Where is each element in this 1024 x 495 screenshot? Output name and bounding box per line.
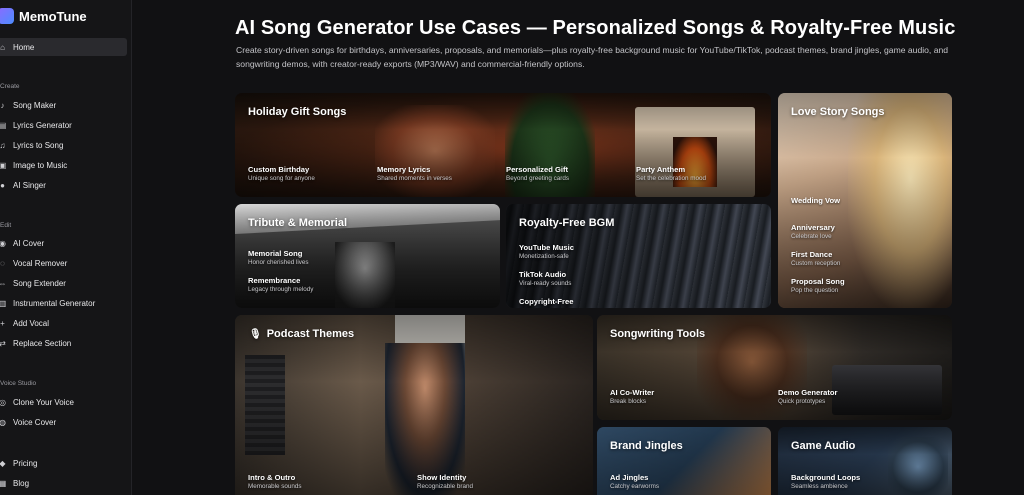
brand-name: MemoTune <box>19 8 87 24</box>
sidebar-item-instrumental-generator[interactable]: ▥ Instrumental Generator <box>0 294 127 312</box>
mic-off-icon: ◌ <box>0 258 5 268</box>
sidebar-item-voice-cover[interactable]: ◍ Voice Cover <box>0 413 127 431</box>
sidebar-item-label: AI Singer <box>13 180 46 190</box>
feature-proposal-song: Proposal Song Pop the question <box>791 277 845 294</box>
sidebar-item-label: Blog <box>13 478 30 488</box>
sidebar-item-song-extender[interactable]: ⇔ Song Extender <box>0 274 127 292</box>
feature-show-identity: Show Identity Recognizable brand <box>417 473 474 490</box>
sidebar-item-vocal-remover[interactable]: ◌ Vocal Remover <box>0 254 127 272</box>
sidebar-item-label: AI Cover <box>13 238 45 248</box>
feature-first-dance: First Dance Custom reception <box>791 250 841 267</box>
card-title: 🎙 Podcast Themes <box>249 328 355 340</box>
document-icon: ▤ <box>0 120 7 130</box>
sidebar-item-song-maker[interactable]: ♪ Song Maker <box>0 96 127 114</box>
feature-personalized-gift: Personalized Gift Beyond greeting cards <box>506 165 570 182</box>
sidebar-item-lyrics-to-song[interactable]: ♫ Lyrics to Song <box>0 136 127 154</box>
sidebar-item-home[interactable]: ⌂ Home <box>0 38 127 56</box>
card-tribute-memorial[interactable]: Tribute & Memorial Memorial Song Honor c… <box>235 204 500 308</box>
sidebar-item-blog[interactable]: ▦ Blog <box>0 474 127 492</box>
sidebar-item-clone-your-voice[interactable]: ◎ Clone Your Voice <box>0 393 127 411</box>
feature-wedding-vow: Wedding Vow <box>791 196 841 205</box>
card-title: Holiday Gift Songs <box>248 106 347 118</box>
card-podcast-themes[interactable]: 🎙 Podcast Themes Intro & Outro Memorable… <box>235 315 593 495</box>
card-brand-jingles[interactable]: Brand Jingles Ad Jingles Catchy earworms <box>597 427 771 495</box>
card-game-audio[interactable]: Game Audio Background Loops Seamless amb… <box>778 427 952 495</box>
sidebar-item-label: Lyrics Generator <box>13 120 72 130</box>
sidebar-item-ai-cover[interactable]: ◉ AI Cover <box>0 234 127 252</box>
page-title: AI Song Generator Use Cases — Personaliz… <box>235 17 956 39</box>
sidebar-item-label: Image to Music <box>13 160 68 170</box>
music-note-icon: ♪ <box>0 100 5 110</box>
main-content: AI Song Generator Use Cases — Personaliz… <box>132 0 1024 495</box>
card-title: Brand Jingles <box>610 440 683 452</box>
image-icon: ▣ <box>0 160 7 170</box>
feature-party-anthem: Party Anthem Set the celebration mood <box>636 165 707 182</box>
user-icon: ● <box>0 180 5 190</box>
swap-icon: ⇄ <box>0 338 6 348</box>
card-title: Game Audio <box>791 440 856 452</box>
sidebar-item-label: Song Extender <box>13 278 66 288</box>
feature-tiktok-audio: TikTok Audio Viral-ready sounds <box>519 270 572 287</box>
sidebar-item-label: Clone Your Voice <box>13 397 74 407</box>
feature-ad-jingles: Ad Jingles Catchy earworms <box>610 473 659 490</box>
feature-copyright-free: Copyright-Free <box>519 297 574 306</box>
voice-clone-icon: ◎ <box>0 397 6 407</box>
sidebar: MemoTune ⌂ Home Create ♪ Song Maker ▤ Ly… <box>0 0 132 495</box>
sidebar-item-pricing[interactable]: ◆ Pricing <box>0 454 127 472</box>
home-icon: ⌂ <box>0 42 5 52</box>
sidebar-item-label: Pricing <box>13 458 38 468</box>
piano-icon: ▥ <box>0 298 7 308</box>
tag-icon: ◆ <box>0 458 6 468</box>
feature-youtube-music: YouTube Music Monetization-safe <box>519 243 574 260</box>
microphone-icon: 🎙 <box>249 328 262 340</box>
sidebar-item-label: Replace Section <box>13 338 72 348</box>
voice-cover-icon: ◍ <box>0 417 6 427</box>
card-holiday-gift-songs[interactable]: Holiday Gift Songs Custom Birthday Uniqu… <box>235 93 771 197</box>
feature-demo-generator: Demo Generator Quick prototypes <box>778 388 838 405</box>
plus-icon: + <box>0 318 5 328</box>
card-title: Royalty-Free BGM <box>519 217 615 229</box>
sidebar-item-label: Add Vocal <box>13 318 50 328</box>
sidebar-section-edit: Edit <box>0 222 12 229</box>
card-title: Love Story Songs <box>791 106 885 118</box>
sidebar-item-label: Home <box>13 42 35 52</box>
sidebar-item-replace-section[interactable]: ⇄ Replace Section <box>0 334 127 352</box>
feature-remembrance: Remembrance Legacy through melody <box>248 276 314 293</box>
sidebar-item-label: Instrumental Generator <box>13 298 96 308</box>
sidebar-item-image-to-music[interactable]: ▣ Image to Music <box>0 156 127 174</box>
microphone-icon: ◉ <box>0 238 6 248</box>
feature-ai-co-writer: AI Co-Writer Break blocks <box>610 388 655 405</box>
sidebar-item-label: Lyrics to Song <box>13 140 64 150</box>
sidebar-item-label: Song Maker <box>13 100 57 110</box>
sidebar-item-label: Vocal Remover <box>13 258 68 268</box>
sidebar-item-add-vocal[interactable]: + Add Vocal <box>0 314 127 332</box>
sidebar-section-create: Create <box>0 83 20 90</box>
feature-intro-outro: Intro & Outro Memorable sounds <box>248 473 302 490</box>
book-icon: ▦ <box>0 478 7 488</box>
card-title: Tribute & Memorial <box>248 217 348 229</box>
brand-logo-icon <box>0 8 14 24</box>
expand-icon: ⇔ <box>0 278 7 288</box>
card-title: Songwriting Tools <box>610 328 706 340</box>
sidebar-item-label: Voice Cover <box>13 417 57 427</box>
page-subtitle: Create story-driven songs for birthdays,… <box>236 45 949 69</box>
feature-memorial-song: Memorial Song Honor cherished lives <box>248 249 309 266</box>
feature-custom-birthday: Custom Birthday Unique song for anyone <box>248 165 315 182</box>
sidebar-item-lyrics-generator[interactable]: ▤ Lyrics Generator <box>0 116 127 134</box>
brand[interactable]: MemoTune <box>0 6 87 26</box>
card-love-story-songs[interactable]: Love Story Songs Wedding Vow Anniversary… <box>778 93 952 308</box>
feature-background-loops: Background Loops Seamless ambience <box>791 473 861 490</box>
sidebar-item-ai-singer[interactable]: ● AI Singer <box>0 176 127 194</box>
card-royalty-free-bgm[interactable]: Royalty-Free BGM YouTube Music Monetizat… <box>506 204 771 308</box>
music-file-icon: ♫ <box>0 140 6 150</box>
sidebar-section-voice-studio: Voice Studio <box>0 380 37 387</box>
feature-anniversary: Anniversary Celebrate love <box>791 223 835 240</box>
card-songwriting-tools[interactable]: Songwriting Tools AI Co-Writer Break blo… <box>597 315 952 420</box>
feature-memory-lyrics: Memory Lyrics Shared moments in verses <box>377 165 452 182</box>
